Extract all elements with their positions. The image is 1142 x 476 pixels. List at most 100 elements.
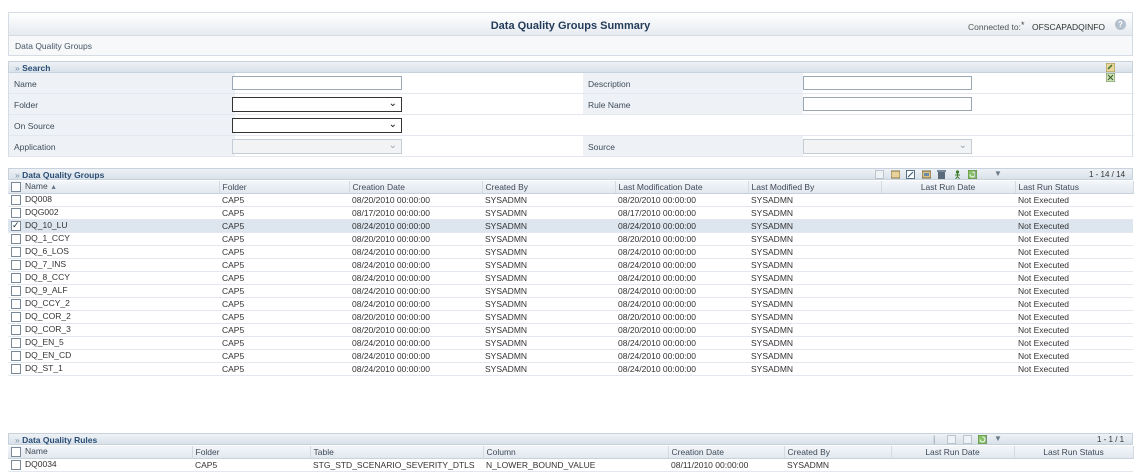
add-icon[interactable] (890, 170, 900, 179)
rules-section-header[interactable]: » Data Quality Rules | | ▼ 1 - 1 / 1 (8, 433, 1133, 445)
table-row[interactable]: DQ_1_CCY CAP5 08/20/2010 00:00:00 SYSADMN 08… (8, 232, 1133, 246)
row-checkbox[interactable] (11, 220, 21, 231)
table-row[interactable]: DQ_8_CCY CAP5 08/24/2010 00:00:00 SYSADMN 08… (8, 271, 1133, 285)
column-header-creation-date[interactable]: Creation Date (349, 181, 483, 194)
search-go-icon[interactable] (1106, 63, 1115, 72)
cell-created-by: SYSADMN (482, 271, 615, 285)
filter-icon[interactable]: ▼ (994, 434, 1002, 443)
row-checkbox[interactable] (11, 194, 21, 205)
column-header-created-by[interactable]: Created By (482, 181, 616, 194)
connected-value: OFSCAPADQINFO (1032, 22, 1106, 32)
group-name-link[interactable]: DQ_COR_3 (25, 324, 71, 334)
table-row[interactable]: DQG002 CAP5 08/17/2010 00:00:00 SYSADMN 08/1… (8, 206, 1133, 220)
row-checkbox[interactable] (11, 259, 21, 270)
on-source-select[interactable]: ⌄ (232, 118, 402, 133)
table-row[interactable]: DQ_7_INS CAP5 08/24/2010 00:00:00 SYSADMN 08… (8, 258, 1133, 272)
table-row[interactable]: DQ008 CAP5 08/20/2010 00:00:00 SYSADMN 08/20… (8, 193, 1133, 207)
column-header-last-modified-by[interactable]: Last Modified By (748, 181, 882, 194)
table-row[interactable]: DQ_EN_5 CAP5 08/24/2010 00:00:00 SYSADMN 08/… (8, 336, 1133, 350)
row-checkbox[interactable] (11, 285, 21, 296)
groups-section-title: Data Quality Groups (22, 170, 105, 180)
select-all-checkbox[interactable] (11, 182, 21, 193)
folder-select[interactable]: ⌄ (232, 97, 402, 112)
view-icon[interactable] (875, 170, 884, 179)
row-checkbox[interactable] (11, 207, 21, 218)
row-checkbox[interactable] (11, 350, 21, 361)
table-row[interactable]: DQ_6_LOS CAP5 08/24/2010 00:00:00 SYSADMN 08… (8, 245, 1133, 259)
table-row[interactable]: DQ_ST_1 CAP5 08/24/2010 00:00:00 SYSADMN 08/… (8, 362, 1133, 376)
row-checkbox[interactable] (11, 459, 21, 470)
table-row[interactable]: DQ_9_ALF CAP5 08/24/2010 00:00:00 SYSADMN 08… (8, 284, 1133, 298)
row-checkbox[interactable] (11, 246, 21, 257)
group-name-link[interactable]: DQG002 (25, 207, 59, 217)
table-row[interactable]: DQ_CCY_2 CAP5 08/24/2010 00:00:00 SYSADMN 08… (8, 297, 1133, 311)
delete-icon[interactable] (937, 170, 947, 179)
group-name-link[interactable]: DQ_COR_2 (25, 311, 71, 321)
group-name-link[interactable]: DQ_10_LU (25, 220, 68, 230)
source-select[interactable]: ⌄ (803, 139, 972, 154)
name-input[interactable] (232, 76, 402, 90)
row-checkbox[interactable] (11, 311, 21, 322)
application-select[interactable]: ⌄ (232, 139, 402, 154)
group-name-link[interactable]: DQ_9_ALF (25, 285, 68, 295)
edit-icon[interactable] (906, 170, 915, 179)
cell-name: DQ_COR_2 (8, 310, 219, 324)
column-header-name[interactable]: Name ▲ (8, 181, 220, 194)
help-icon[interactable]: ? (1115, 19, 1126, 30)
column-header-table[interactable]: Table (310, 446, 484, 459)
edit-icon[interactable] (962, 435, 972, 444)
group-name-link[interactable]: DQ_ST_1 (25, 363, 63, 373)
select-all-checkbox[interactable] (11, 447, 21, 458)
groups-section-header[interactable]: » Data Quality Groups | ▼ 1 - 14 / 14 (8, 168, 1133, 180)
rules-header-row: Name Folder Table Column Creation Date C… (8, 446, 1134, 459)
column-header-name[interactable]: Name (8, 446, 193, 459)
row-checkbox[interactable] (11, 233, 21, 244)
table-row[interactable]: DQ0034 CAP5 STG_STD_SCENARIO_SEVERITY_DTLS… (8, 458, 1133, 472)
group-name-link[interactable]: DQ_EN_5 (25, 337, 64, 347)
view-icon[interactable] (947, 435, 956, 444)
column-header-last-run-date[interactable]: Last Run Date (891, 446, 1015, 459)
search-row-1: Name Description (9, 73, 1134, 94)
group-name-link[interactable]: DQ_CCY_2 (25, 298, 70, 308)
column-header-created-by[interactable]: Created By (784, 446, 892, 459)
rule-name-input[interactable] (803, 97, 972, 111)
rule-name-link[interactable]: DQ0034 (25, 459, 57, 469)
description-input[interactable] (803, 76, 972, 90)
column-header-last-run-status[interactable]: Last Run Status (1015, 181, 1134, 194)
sort-ascending-icon[interactable]: ▲ (50, 184, 57, 191)
row-checkbox[interactable] (11, 337, 21, 348)
cell-modified: 08/24/2010 00:00:00 (615, 349, 748, 363)
cell-created: 08/24/2010 00:00:00 (349, 297, 482, 311)
cell-modified: 08/24/2010 00:00:00 (615, 219, 748, 233)
cell-name: DQ0034 (8, 458, 192, 472)
cell-modified-by: SYSADMN (748, 349, 881, 363)
group-name-link[interactable]: DQ008 (25, 194, 52, 204)
group-name-link[interactable]: DQ_EN_CD (25, 350, 71, 360)
group-name-link[interactable]: DQ_7_INS (25, 259, 66, 269)
run-icon[interactable] (953, 170, 962, 179)
column-header-last-run-date[interactable]: Last Run Date (881, 181, 1016, 194)
cell-name: DQ_6_LOS (8, 245, 219, 259)
column-header-folder[interactable]: Folder (192, 446, 311, 459)
search-section-header[interactable]: » Search (8, 61, 1133, 82)
column-header-last-run-status[interactable]: Last Run Status (1014, 446, 1134, 459)
group-name-link[interactable]: DQ_1_CCY (25, 233, 70, 243)
column-header-column[interactable]: Column (483, 446, 669, 459)
column-header-creation-date[interactable]: Creation Date (668, 446, 785, 459)
copy-icon[interactable] (921, 170, 931, 179)
table-row[interactable]: DQ_COR_2 CAP5 08/20/2010 00:00:00 SYSADMN 08… (8, 310, 1133, 324)
row-checkbox[interactable] (11, 363, 21, 374)
filter-icon[interactable]: ▼ (994, 169, 1002, 178)
table-row[interactable]: DQ_COR_3 CAP5 08/20/2010 00:00:00 SYSADMN 08… (8, 323, 1133, 337)
group-name-link[interactable]: DQ_6_LOS (25, 246, 69, 256)
row-checkbox[interactable] (11, 272, 21, 283)
row-checkbox[interactable] (11, 298, 21, 309)
cell-name: DQ_EN_CD (8, 349, 219, 363)
group-name-link[interactable]: DQ_8_CCY (25, 272, 70, 282)
column-header-folder[interactable]: Folder (219, 181, 350, 194)
table-row[interactable]: DQ_EN_CD CAP5 08/24/2010 00:00:00 SYSADMN 08… (8, 349, 1133, 363)
cell-status: Not Executed (1015, 271, 1133, 285)
column-header-last-modification-date[interactable]: Last Modification Date (615, 181, 749, 194)
row-checkbox[interactable] (11, 324, 21, 335)
table-row[interactable]: DQ_10_LUCAP508/24/2010 00:00:00SYSADMN08… (8, 219, 1133, 233)
